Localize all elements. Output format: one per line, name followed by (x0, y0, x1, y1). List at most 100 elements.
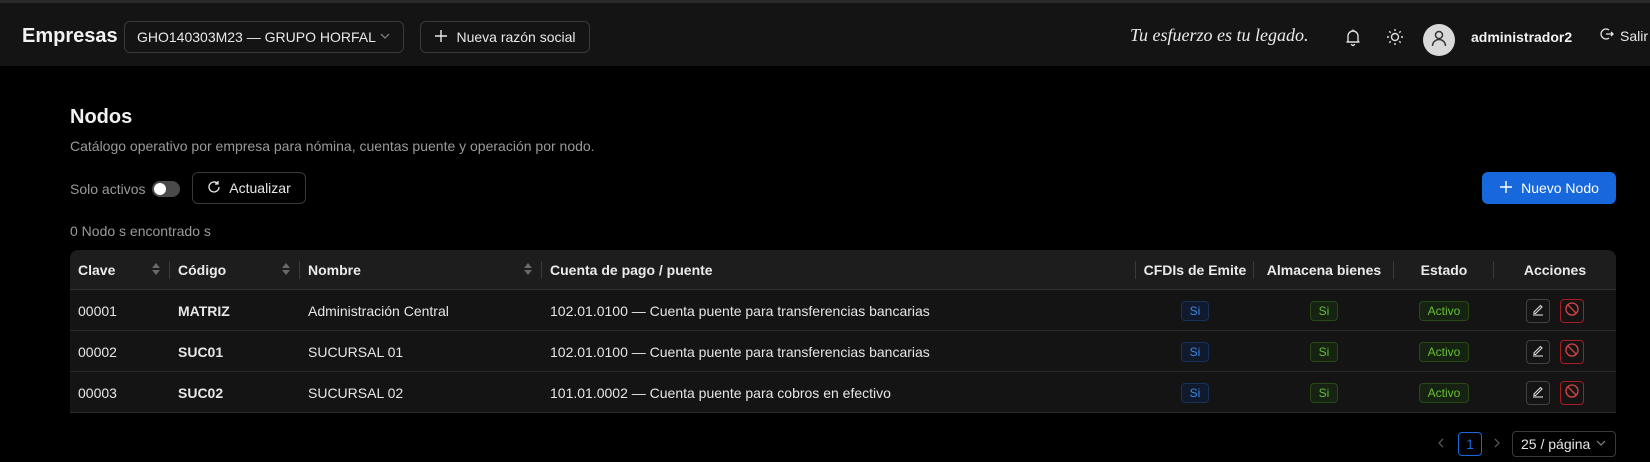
cell-estado: Activo (1394, 372, 1494, 413)
sort-icon (524, 263, 532, 275)
table-row: 00003 SUC02 SUCURSAL 02 101.01.0002 — Cu… (70, 372, 1616, 413)
delete-button[interactable] (1560, 298, 1584, 323)
reload-icon (207, 180, 221, 197)
column-header-nombre[interactable]: Nombre (300, 250, 542, 290)
stop-icon (1564, 342, 1580, 361)
column-header-estado: Estado (1394, 250, 1494, 290)
cell-acciones (1494, 290, 1616, 331)
new-company-button[interactable]: Nueva razón social (420, 21, 590, 53)
toggle-knob (154, 183, 166, 195)
plus-icon (434, 28, 448, 46)
cell-estado: Activo (1394, 331, 1494, 372)
cfdi-tag: Si (1180, 382, 1210, 403)
column-header-almacena: Almacena bienes (1254, 250, 1394, 290)
cell-estado: Activo (1394, 290, 1494, 331)
sort-icon (282, 263, 290, 275)
page-subtitle: Catálogo operativo por empresa para nómi… (70, 138, 595, 154)
cell-clave: 00003 (78, 384, 117, 401)
edit-icon (1531, 384, 1545, 401)
new-company-label: Nueva razón social (456, 29, 576, 45)
cell-almacena: Si (1254, 372, 1394, 413)
almacena-tag: Si (1309, 341, 1339, 362)
table-row: 00002 SUC01 SUCURSAL 01 102.01.0100 — Cu… (70, 331, 1616, 372)
cell-cfdi: Si (1136, 331, 1254, 372)
chevron-down-icon (1595, 436, 1607, 452)
column-header-cfdi: CFDIs de Emite (1136, 250, 1254, 290)
logout-label: Salir (1620, 27, 1649, 44)
cfdi-tag: Si (1180, 300, 1210, 321)
cfdi-tag: Si (1180, 341, 1210, 362)
edit-icon (1531, 302, 1545, 319)
cell-cuenta: 102.01.0100 — Cuenta puente para transfe… (550, 343, 930, 360)
result-count: 0 Nodo s encontrado s (70, 223, 211, 239)
user-icon (1430, 29, 1448, 52)
new-node-button[interactable]: Nuevo Nodo (1482, 172, 1616, 204)
edit-button[interactable] (1526, 298, 1550, 323)
cell-nombre: Administración Central (308, 302, 449, 319)
delete-button[interactable] (1560, 339, 1584, 364)
company-select-value: GHO140303M23 — GRUPO HORFAL (137, 29, 376, 45)
refresh-button[interactable]: Actualizar (192, 172, 306, 204)
cell-cfdi: Si (1136, 290, 1254, 331)
chevron-left-icon[interactable] (1436, 436, 1446, 452)
status-badge: Activo (1418, 300, 1470, 321)
almacena-tag: Si (1309, 382, 1339, 403)
bell-icon[interactable] (1343, 27, 1363, 47)
username: administrador2 (1471, 29, 1573, 45)
page-size-value: 25 / página (1521, 436, 1591, 452)
cell-cuenta: 102.01.0100 — Cuenta puente para transfe… (550, 302, 930, 319)
column-label: Almacena bienes (1266, 262, 1382, 278)
cell-acciones (1494, 372, 1616, 413)
column-label: Código (178, 262, 227, 278)
column-header-clave[interactable]: Clave (70, 250, 170, 290)
table-header: Clave Código Nombre Cuenta de pago / pue… (70, 250, 1616, 290)
cell-cuenta: 101.01.0002 — Cuenta puente para cobros … (550, 384, 891, 401)
cell-clave: 00001 (78, 302, 117, 319)
column-label: Cuenta de pago / puente (550, 262, 713, 278)
new-node-label: Nuevo Nodo (1521, 180, 1599, 196)
solo-activos-label: Solo activos (70, 181, 146, 197)
column-label: Clave (78, 262, 116, 278)
slogan: Tu esfuerzo es tu legado. (1130, 25, 1309, 45)
stop-icon (1564, 383, 1580, 402)
nodes-table: Clave Código Nombre Cuenta de pago / pue… (70, 250, 1616, 413)
cell-codigo: SUC02 (178, 384, 224, 401)
refresh-label: Actualizar (229, 180, 291, 196)
page-size-select[interactable]: 25 / página (1512, 431, 1616, 457)
edit-button[interactable] (1526, 380, 1550, 405)
stop-icon (1564, 301, 1580, 320)
cell-cfdi: Si (1136, 372, 1254, 413)
page-title: Nodos (70, 106, 133, 128)
table-row: 00001 MATRIZ Administración Central 102.… (70, 290, 1616, 331)
edit-icon (1531, 343, 1545, 360)
column-label: Estado (1420, 262, 1468, 278)
column-label: Nombre (308, 262, 361, 278)
column-header-codigo[interactable]: Código (170, 250, 300, 290)
chevron-right-icon[interactable] (1492, 436, 1502, 452)
edit-button[interactable] (1526, 339, 1550, 364)
chevron-down-icon (379, 30, 391, 45)
solo-activos-toggle[interactable] (152, 181, 180, 197)
status-badge: Activo (1418, 382, 1470, 403)
logout-button[interactable]: Salir (1600, 27, 1648, 44)
column-header-cuenta: Cuenta de pago / puente (542, 250, 1136, 290)
delete-button[interactable] (1560, 380, 1584, 405)
cell-clave: 00002 (78, 343, 117, 360)
cell-nombre: SUCURSAL 01 (308, 343, 404, 360)
cell-almacena: Si (1254, 331, 1394, 372)
cell-codigo: SUC01 (178, 343, 224, 360)
logout-icon (1600, 27, 1614, 44)
column-label: Acciones (1523, 262, 1587, 278)
top-bar: Empresas GHO140303M23 — GRUPO HORFAL Nue… (0, 0, 1650, 66)
sort-icon (152, 263, 160, 275)
cell-almacena: Si (1254, 290, 1394, 331)
plus-icon (1499, 180, 1513, 197)
almacena-tag: Si (1309, 300, 1339, 321)
sun-icon[interactable] (1385, 27, 1405, 47)
column-header-acciones: Acciones (1494, 250, 1616, 290)
pagination-page-1[interactable]: 1 (1458, 432, 1482, 456)
cell-nombre: SUCURSAL 02 (308, 384, 404, 401)
cell-codigo: MATRIZ (178, 302, 230, 319)
company-select[interactable]: GHO140303M23 — GRUPO HORFAL (124, 21, 404, 53)
avatar[interactable] (1423, 24, 1455, 56)
